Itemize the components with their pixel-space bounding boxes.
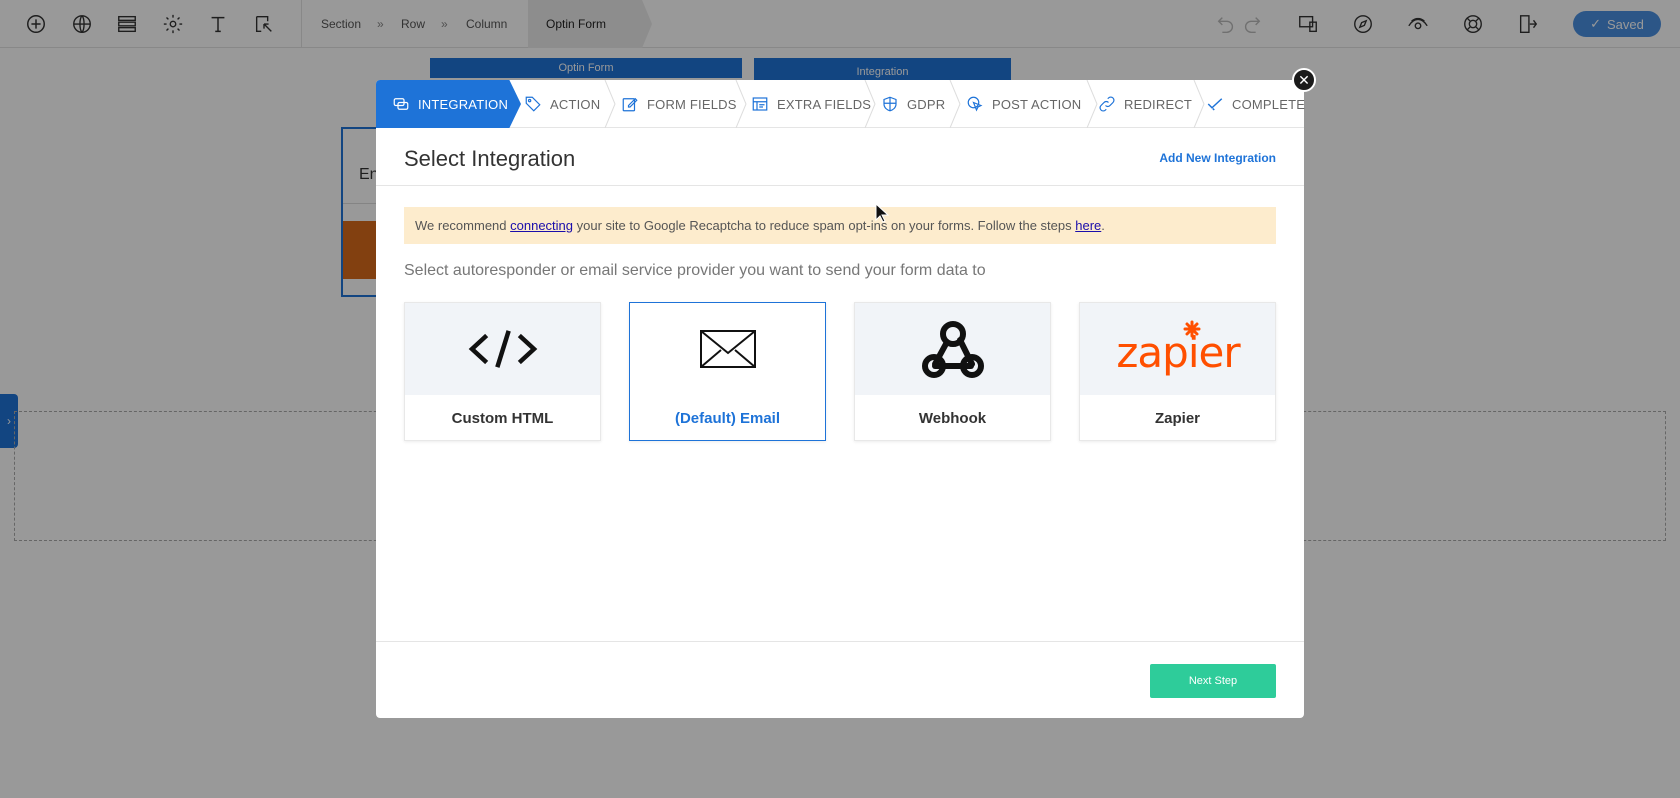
- envelope-icon: [699, 330, 756, 368]
- integration-card-webhook[interactable]: Webhook: [854, 302, 1051, 441]
- tag-icon: [525, 96, 541, 112]
- add-new-integration-link[interactable]: Add New Integration: [1159, 151, 1276, 165]
- step-label: GDPR: [907, 96, 946, 112]
- step-redirect[interactable]: REDIRECT: [1098, 80, 1192, 128]
- svg-text:zapier: zapier: [1116, 328, 1241, 377]
- step-label: ACTION: [550, 96, 601, 112]
- card-label: Webhook: [918, 410, 987, 427]
- mouse-cursor-icon: [875, 203, 890, 223]
- integration-cards: Custom HTML (Default) Email Webhook zapi…: [404, 302, 1276, 442]
- notice-text: We recommend: [415, 218, 511, 233]
- card-icon-area: zapier: [1080, 303, 1275, 395]
- step-chevron: [1193, 79, 1205, 129]
- integration-card-default-email[interactable]: (Default) Email: [629, 302, 826, 441]
- link-icon: [1099, 96, 1115, 112]
- pointer-icon: [967, 96, 983, 112]
- code-icon: [468, 330, 537, 368]
- integration-card-zapier[interactable]: zapier Zapier: [1079, 302, 1276, 441]
- webhook-icon: [921, 321, 984, 378]
- step-complete[interactable]: COMPLETE: [1206, 80, 1305, 128]
- step-label: INTEGRATION: [418, 96, 509, 112]
- integration-instruction: Select autoresponder or email service pr…: [404, 262, 986, 279]
- step-chevron: [864, 79, 876, 129]
- step-integration[interactable]: INTEGRATION: [376, 80, 521, 128]
- close-modal-button[interactable]: ✕: [1292, 68, 1316, 92]
- integration-card-custom-html[interactable]: Custom HTML: [404, 302, 601, 441]
- step-extra-fields[interactable]: EXTRA FIELDS: [751, 80, 871, 128]
- divider: [376, 641, 1304, 642]
- wizard-steps: INTEGRATION ACTION FORM FIELDS EXTRA FIE…: [376, 79, 1305, 129]
- step-chevron: [735, 79, 747, 129]
- step-gdpr[interactable]: GDPR: [881, 80, 945, 128]
- step-chevron: [949, 79, 961, 129]
- connecting-link[interactable]: connecting: [510, 218, 573, 233]
- checkmark-icon: [1207, 98, 1223, 111]
- shield-icon: [883, 96, 897, 112]
- divider: [376, 185, 1304, 186]
- step-label: EXTRA FIELDS: [777, 96, 872, 112]
- step-action[interactable]: ACTION: [524, 80, 600, 128]
- card-icon-area: [405, 303, 600, 395]
- step-form-fields[interactable]: FORM FIELDS: [621, 80, 737, 128]
- extra-fields-icon: [752, 97, 768, 111]
- zapier-logo: zapier: [1116, 320, 1242, 377]
- step-label: REDIRECT: [1124, 96, 1193, 112]
- edit-icon: [622, 97, 638, 112]
- notice-text: .: [1101, 218, 1105, 233]
- step-chevron: [1086, 79, 1098, 129]
- card-label: Custom HTML: [451, 410, 554, 427]
- card-icon-area: [855, 303, 1050, 395]
- card-label: (Default) Email: [674, 410, 780, 427]
- notice-text: your site to Google Recaptcha to reduce …: [573, 218, 1076, 233]
- card-icon-area: [630, 303, 825, 395]
- next-step-button[interactable]: Next Step: [1150, 664, 1276, 698]
- step-label: FORM FIELDS: [647, 96, 737, 112]
- step-label: POST ACTION: [992, 96, 1082, 112]
- step-post-action[interactable]: POST ACTION: [966, 80, 1081, 128]
- recaptcha-notice: We recommend connecting your site to Goo…: [404, 207, 1276, 244]
- integration-modal: INTEGRATION ACTION FORM FIELDS EXTRA FIE…: [376, 79, 1305, 718]
- integration-icon: [393, 98, 409, 110]
- step-chevron: [604, 79, 616, 129]
- modal-title: Select Integration: [404, 146, 576, 171]
- step-label: COMPLETE: [1232, 96, 1306, 112]
- card-label: Zapier: [1154, 410, 1200, 427]
- close-icon: ✕: [1298, 72, 1310, 88]
- here-link[interactable]: here: [1075, 218, 1101, 233]
